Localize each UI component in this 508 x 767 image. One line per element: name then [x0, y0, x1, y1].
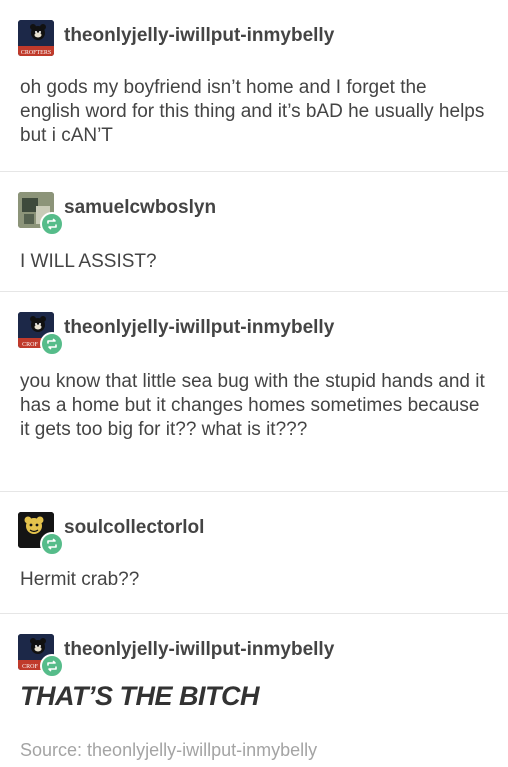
post-5: CROF theonlyjelly-iwillput-inmybelly THA…: [0, 614, 508, 726]
username[interactable]: theonlyjelly-iwillput-inmybelly: [64, 317, 334, 339]
post-text: THAT’S THE BITCH: [20, 681, 259, 711]
avatar-caption: CROF: [22, 342, 38, 348]
reblog-icon: [40, 332, 64, 356]
post-text: you know that little sea bug with the st…: [20, 371, 485, 440]
reblog-icon: [40, 212, 64, 236]
bear-avatar-icon: CROFTERS: [18, 20, 54, 56]
username[interactable]: theonlyjelly-iwillput-inmybelly: [64, 639, 334, 661]
avatar-caption: CROF: [22, 664, 38, 670]
username[interactable]: soulcollectorlol: [64, 517, 204, 539]
post-text: oh gods my boyfriend isn’t home and I fo…: [20, 77, 485, 146]
username[interactable]: samuelcwboslyn: [64, 197, 216, 219]
post-3: CROF theonlyjelly-iwillput-inmybelly you…: [0, 292, 508, 492]
post-text: I WILL ASSIST?: [20, 251, 157, 272]
post-4: soulcollectorlol Hermit crab??: [0, 492, 508, 614]
reblog-icon: [40, 532, 64, 556]
post-1: CROFTERS theonlyjelly-iwillput-inmybelly…: [0, 0, 508, 172]
post-text: Hermit crab??: [20, 569, 140, 590]
post-2: samuelcwboslyn I WILL ASSIST?: [0, 172, 508, 292]
avatar-caption: CROFTERS: [21, 50, 51, 56]
username[interactable]: theonlyjelly-iwillput-inmybelly: [64, 25, 334, 47]
source-link[interactable]: Source: theonlyjelly-iwillput-inmybelly: [20, 740, 317, 761]
avatar[interactable]: CROFTERS: [18, 20, 54, 56]
reblog-icon: [40, 654, 64, 678]
